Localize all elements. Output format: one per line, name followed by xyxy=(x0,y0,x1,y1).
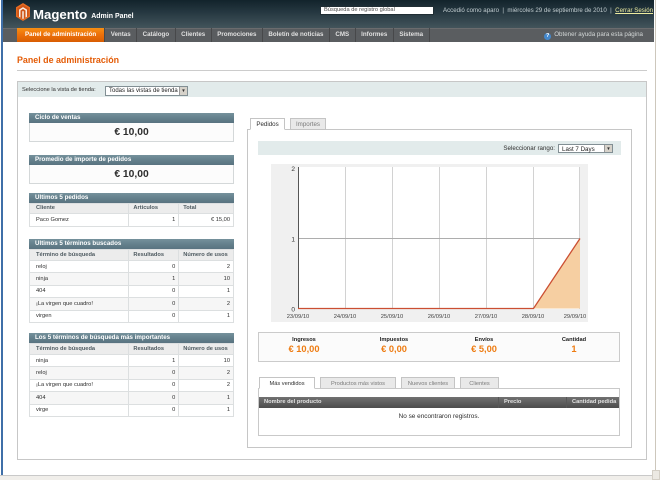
svg-text:24/09/10: 24/09/10 xyxy=(334,314,357,320)
svg-text:0: 0 xyxy=(291,307,295,314)
svg-text:1: 1 xyxy=(291,237,295,244)
svg-text:26/09/10: 26/09/10 xyxy=(428,314,451,320)
svg-text:2: 2 xyxy=(291,166,295,173)
svg-text:25/09/10: 25/09/10 xyxy=(381,314,404,320)
svg-text:29/09/10: 29/09/10 xyxy=(564,314,587,320)
svg-text:28/09/10: 28/09/10 xyxy=(522,314,545,320)
svg-text:27/09/10: 27/09/10 xyxy=(475,314,498,320)
svg-text:23/09/10: 23/09/10 xyxy=(287,314,310,320)
